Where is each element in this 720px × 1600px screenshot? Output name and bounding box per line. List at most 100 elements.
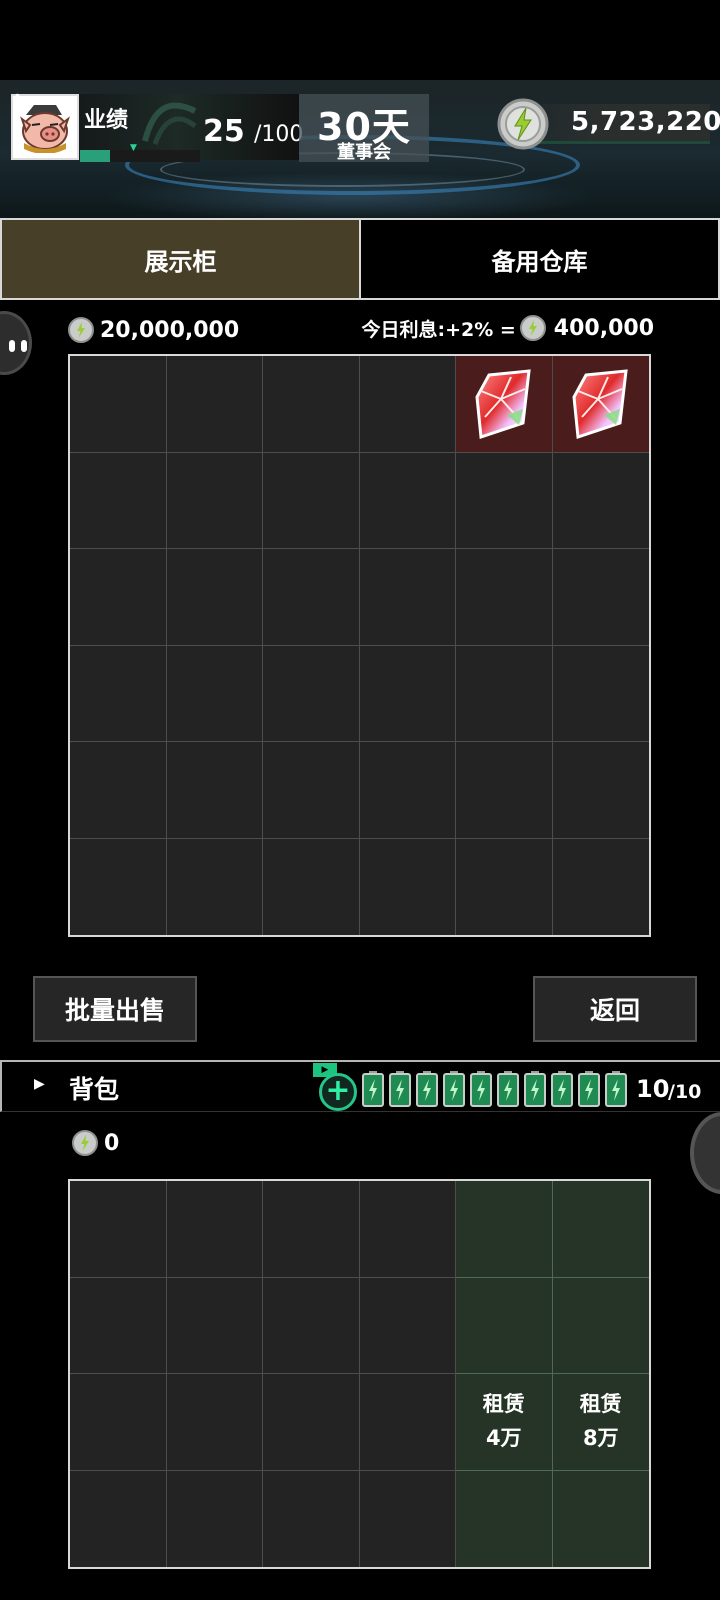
- grid-cell[interactable]: [70, 742, 167, 839]
- grid-cell[interactable]: [70, 1181, 167, 1278]
- grid-cell[interactable]: [456, 742, 553, 839]
- rent-label: 租赁: [579, 1392, 622, 1417]
- backpack-grid: 租赁 4万 租赁 8万: [68, 1179, 651, 1569]
- gem-icon: [475, 369, 531, 439]
- backpack-balance: 0: [72, 1128, 119, 1158]
- grid-cell[interactable]: [359, 1181, 456, 1278]
- days-counter[interactable]: 30天 董事会: [299, 94, 429, 163]
- grid-cell[interactable]: [166, 1470, 263, 1567]
- grid-cell[interactable]: [359, 645, 456, 742]
- grid-cell[interactable]: [70, 1277, 167, 1374]
- grid-cell[interactable]: [359, 549, 456, 646]
- battery-icon: [362, 1071, 384, 1107]
- grid-cell[interactable]: [456, 838, 553, 935]
- battery-icon: [605, 1071, 627, 1107]
- tab-showcase[interactable]: 展示柜: [2, 220, 361, 298]
- grid-cell[interactable]: [552, 1181, 649, 1278]
- grid-cell[interactable]: [70, 452, 167, 549]
- backpack-balance-value: 0: [104, 1130, 120, 1156]
- showcase-balance: 20,000,000: [68, 314, 239, 346]
- coin-icon: [519, 315, 546, 341]
- performance-max: /100: [254, 122, 304, 147]
- grid-cell[interactable]: [359, 742, 456, 839]
- performance-bar-fill: [80, 150, 110, 162]
- showcase-balance-value: 20,000,000: [100, 317, 240, 343]
- grid-cell-item[interactable]: [456, 356, 553, 453]
- grid-cell[interactable]: [166, 742, 263, 839]
- grid-cell[interactable]: [166, 549, 263, 646]
- grid-cell[interactable]: [263, 1374, 360, 1471]
- back-button[interactable]: 返回: [533, 976, 697, 1042]
- grid-cell[interactable]: [166, 1181, 263, 1278]
- rent-slot[interactable]: 租赁 8万: [552, 1374, 649, 1471]
- add-energy-button[interactable]: +: [319, 1073, 357, 1111]
- energy-coin-icon: [497, 98, 549, 150]
- grid-cell[interactable]: [166, 356, 263, 453]
- battery-icon: [524, 1071, 546, 1107]
- battery-icon: [470, 1071, 492, 1107]
- grid-cell[interactable]: [263, 742, 360, 839]
- interest-value: 400,000: [553, 315, 654, 341]
- grid-cell[interactable]: [263, 356, 360, 453]
- grid-cell[interactable]: [456, 1470, 553, 1567]
- status-bar: [0, 0, 720, 80]
- grid-cell[interactable]: [359, 356, 456, 453]
- grid-cell[interactable]: [263, 1277, 360, 1374]
- grid-cell[interactable]: [70, 1470, 167, 1567]
- grid-cell[interactable]: [359, 838, 456, 935]
- battery-icon: [497, 1071, 519, 1107]
- grid-cell[interactable]: [456, 549, 553, 646]
- grid-cell[interactable]: [552, 549, 649, 646]
- gem-icon: [572, 369, 628, 439]
- grid-cell[interactable]: [359, 1277, 456, 1374]
- grid-cell[interactable]: [70, 1374, 167, 1471]
- grid-cell[interactable]: [263, 452, 360, 549]
- grid-cell[interactable]: [70, 838, 167, 935]
- grid-cell[interactable]: [456, 452, 553, 549]
- grid-cell[interactable]: [456, 645, 553, 742]
- coin-icon: [68, 317, 94, 343]
- grid-cell[interactable]: [552, 645, 649, 742]
- grid-cell[interactable]: [263, 838, 360, 935]
- grid-cell[interactable]: [359, 1470, 456, 1567]
- board-meeting-label: 董事会: [337, 142, 391, 163]
- grid-cell[interactable]: [263, 1470, 360, 1567]
- grid-cell[interactable]: [456, 1277, 553, 1374]
- expand-arrow-icon[interactable]: ▶: [34, 1076, 45, 1092]
- rent-slot[interactable]: 租赁 4万: [456, 1374, 553, 1471]
- grid-cell[interactable]: [263, 549, 360, 646]
- grid-cell[interactable]: [70, 645, 167, 742]
- grid-cell[interactable]: [552, 1277, 649, 1374]
- grid-cell[interactable]: [166, 452, 263, 549]
- money-value: 5,723,220: [571, 107, 720, 137]
- grid-cell[interactable]: [70, 549, 167, 646]
- grid-cell[interactable]: [359, 452, 456, 549]
- grid-cell[interactable]: [552, 838, 649, 935]
- grid-cell[interactable]: [359, 1374, 456, 1471]
- bulk-sell-button[interactable]: 批量出售: [33, 976, 197, 1042]
- battery-icon: [578, 1071, 600, 1107]
- grid-cell[interactable]: [166, 645, 263, 742]
- backpack-title: 背包: [69, 1075, 120, 1104]
- battery-icon: [389, 1071, 411, 1107]
- grid-cell[interactable]: [70, 356, 167, 453]
- grid-cell-item[interactable]: [552, 356, 649, 453]
- battery-icon: [443, 1071, 465, 1107]
- grid-cell[interactable]: [166, 1277, 263, 1374]
- grid-cell[interactable]: [552, 742, 649, 839]
- performance-decor-icon: [142, 102, 197, 145]
- side-menu-button[interactable]: [690, 1112, 720, 1194]
- grid-cell[interactable]: [166, 1374, 263, 1471]
- battery-icon: [551, 1071, 573, 1107]
- interest-label: 今日利息:+2% =: [361, 318, 516, 341]
- grid-cell[interactable]: [456, 1181, 553, 1278]
- tab-spare-warehouse[interactable]: 备用仓库: [361, 220, 718, 298]
- settings-gear-icon[interactable]: ✿: [12, 93, 23, 106]
- grid-cell[interactable]: [552, 452, 649, 549]
- showcase-grid: [68, 354, 651, 937]
- side-assistant-button[interactable]: [0, 311, 32, 375]
- grid-cell[interactable]: [263, 645, 360, 742]
- grid-cell[interactable]: [166, 838, 263, 935]
- grid-cell[interactable]: [263, 1181, 360, 1278]
- grid-cell[interactable]: [552, 1470, 649, 1567]
